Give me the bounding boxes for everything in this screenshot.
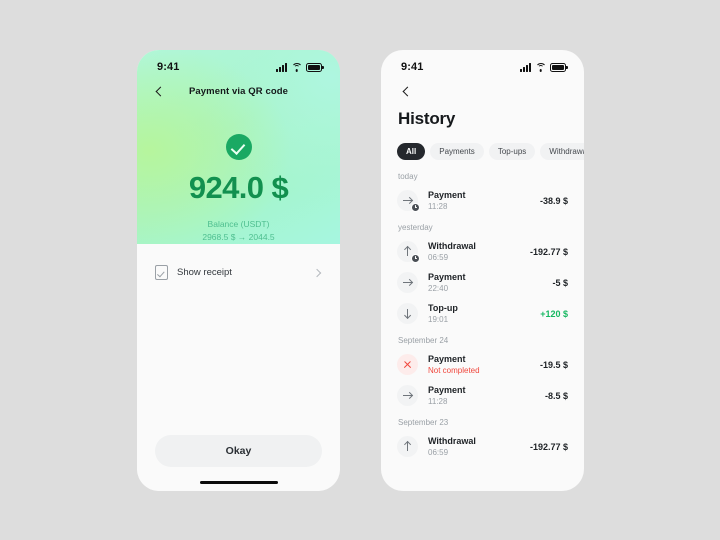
battery-icon xyxy=(550,62,568,72)
transaction-text: Payment Not completed xyxy=(428,354,540,375)
status-bar-icons xyxy=(520,62,568,72)
arrow-right-icon-glyph xyxy=(402,391,413,401)
arrow-right-icon xyxy=(397,272,418,293)
wifi-icon xyxy=(535,62,546,72)
day-group-label: today xyxy=(398,172,418,181)
transaction-icon-wrap xyxy=(397,190,420,212)
arrow-up-icon-glyph xyxy=(403,442,413,452)
transaction-title: Payment xyxy=(428,271,466,282)
transaction-icon-wrap xyxy=(397,354,418,375)
status-bar: 9:41 xyxy=(137,50,340,78)
transaction-row[interactable]: Withdrawal 06:59 -192.77 $ xyxy=(397,431,568,462)
sheet-spacer xyxy=(137,280,340,435)
transaction-row[interactable]: Withdrawal 06:59 -192.77 $ xyxy=(397,236,568,267)
day-group-label: September 23 xyxy=(398,418,449,427)
transaction-amount: +120 $ xyxy=(540,308,568,319)
status-bar-icons xyxy=(276,62,324,72)
transaction-status: Not completed xyxy=(428,366,480,376)
status-bar: 9:41 xyxy=(381,50,584,78)
transaction-text: Top-up 19:01 xyxy=(428,303,540,324)
signal-icon xyxy=(276,62,287,72)
transaction-row[interactable]: Payment 22:40 -5 $ xyxy=(397,267,568,298)
transaction-title: Withdrawal xyxy=(428,240,476,251)
transaction-time: 11:28 xyxy=(428,202,448,212)
transaction-list[interactable]: today Payment 11:28 -38.9 $ yesterday Withdra… xyxy=(381,172,584,491)
filter-tab-withdrawal[interactable]: Withdrawal xyxy=(540,143,584,160)
transaction-amount: -192.77 $ xyxy=(529,441,568,452)
transaction-amount: -5 $ xyxy=(552,277,568,288)
transaction-row[interactable]: Payment Not completed -19.5 $ xyxy=(397,349,568,380)
day-group-label: September 24 xyxy=(398,336,449,345)
success-body: 924.0 $ Balance (USDT) 2968.5 $ → 2044.5 xyxy=(137,104,340,242)
arrow-down-icon xyxy=(397,303,418,324)
transaction-icon-wrap xyxy=(397,303,418,324)
chevron-right-icon xyxy=(313,268,322,277)
payment-success-phone: 9:41 Payment via QR code 924.0 $ Balance… xyxy=(137,50,340,491)
transaction-amount: -8.5 $ xyxy=(544,390,568,401)
transaction-text: Payment 11:28 xyxy=(428,385,545,406)
arrow-up-icon xyxy=(397,436,418,457)
transaction-time: 22:40 xyxy=(428,284,449,294)
transaction-row[interactable]: Top-up 19:01 +120 $ xyxy=(397,298,568,329)
okay-button[interactable]: Okay xyxy=(155,434,322,467)
transaction-time: 06:59 xyxy=(428,448,449,458)
day-group-label: yesterday xyxy=(398,223,433,232)
transaction-icon-wrap xyxy=(397,272,418,293)
transaction-row[interactable]: Payment 11:28 -8.5 $ xyxy=(397,380,568,411)
check-circle-icon xyxy=(225,134,252,160)
balance-change: 2968.5 $ → 2044.5 xyxy=(202,232,275,242)
receipt-check-icon xyxy=(155,265,168,280)
arrow-right-icon-glyph xyxy=(402,278,413,288)
payment-amount: 924.0 $ xyxy=(188,170,289,205)
wifi-icon xyxy=(291,62,302,72)
filter-tab-all[interactable]: All xyxy=(397,143,426,160)
payment-nav-bar: Payment via QR code xyxy=(137,78,340,104)
filter-tab-top-ups[interactable]: Top-ups xyxy=(488,143,536,160)
filter-tab-payments[interactable]: Payments xyxy=(430,143,484,160)
transaction-icon-wrap xyxy=(397,385,418,406)
battery-icon xyxy=(306,62,324,72)
arrow-down-icon-glyph xyxy=(403,309,413,319)
transaction-text: Payment 22:40 xyxy=(428,272,552,293)
transaction-text: Payment 11:28 xyxy=(428,190,540,211)
transaction-text: Withdrawal 06:59 xyxy=(428,241,530,262)
signal-icon xyxy=(520,62,531,72)
transaction-amount: -38.9 $ xyxy=(539,195,568,206)
balance-label: Balance (USDT) xyxy=(207,219,270,229)
page-title: Payment via QR code xyxy=(188,85,289,97)
transaction-title: Payment xyxy=(428,384,466,395)
pending-clock-icon xyxy=(410,253,420,263)
filter-tabs: AllPaymentsTop-upsWithdrawal xyxy=(381,129,584,160)
history-phone: 9:41 History AllPaymentsTop-upsWithdrawa… xyxy=(381,50,584,491)
x-mark-icon-glyph xyxy=(403,360,412,369)
home-indicator[interactable] xyxy=(199,480,278,484)
transaction-title: Withdrawal xyxy=(428,435,476,446)
transaction-amount: -192.77 $ xyxy=(529,246,568,257)
arrow-right-icon xyxy=(397,385,418,406)
success-card: 9:41 Payment via QR code 924.0 $ Balance… xyxy=(137,50,340,244)
history-screen: 9:41 History AllPaymentsTop-upsWithdrawa… xyxy=(381,50,584,491)
transaction-time: 19:01 xyxy=(428,315,449,325)
transaction-time: 11:28 xyxy=(428,397,448,407)
screenshot-canvas: 9:41 Payment via QR code 924.0 $ Balance… xyxy=(0,0,720,540)
transaction-time: 06:59 xyxy=(428,253,449,263)
transaction-icon-wrap xyxy=(397,241,420,263)
transaction-title: Top-up xyxy=(428,302,458,313)
transaction-title: Payment xyxy=(428,189,466,200)
x-mark-icon xyxy=(397,354,418,375)
show-receipt-row[interactable]: Show receipt xyxy=(137,244,340,280)
transaction-row[interactable]: Payment 11:28 -38.9 $ xyxy=(397,185,568,216)
transaction-text: Withdrawal 06:59 xyxy=(428,436,530,457)
status-bar-time: 9:41 xyxy=(401,61,424,73)
page-title: History xyxy=(398,109,456,128)
history-nav-bar xyxy=(381,78,584,99)
status-bar-time: 9:41 xyxy=(157,61,180,73)
bottom-sheet: Show receipt Okay xyxy=(137,244,340,491)
back-chevron-icon[interactable] xyxy=(398,83,414,99)
show-receipt-label: Show receipt xyxy=(177,267,232,278)
transaction-title: Payment xyxy=(428,353,466,364)
transaction-amount: -19.5 $ xyxy=(539,359,568,370)
pending-clock-icon xyxy=(410,202,420,212)
transaction-icon-wrap xyxy=(397,436,418,457)
